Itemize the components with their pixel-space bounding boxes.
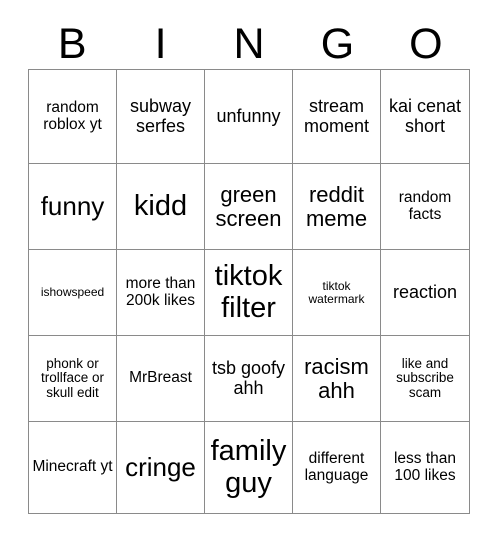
bingo-cell[interactable]: like and subscribe scam — [381, 336, 469, 422]
bingo-cell-label: different language — [304, 449, 369, 484]
bingo-cell[interactable]: Minecraft yt — [29, 422, 117, 513]
bingo-cell-label: MrBreast — [129, 369, 192, 387]
bingo-cell-label: reaction — [392, 281, 458, 302]
bingo-cell-label: stream moment — [303, 96, 370, 136]
bingo-cell-label: Minecraft yt — [32, 458, 113, 476]
bingo-cell-label: reddit meme — [305, 181, 368, 231]
bingo-cell[interactable]: random facts — [381, 164, 469, 250]
bingo-cell[interactable]: racism ahh — [293, 336, 381, 422]
bingo-cell[interactable]: less than 100 likes — [381, 422, 469, 513]
bingo-grid: random roblox yt subway serfes unfunny s… — [28, 69, 470, 514]
bingo-cell-label: unfunny — [216, 105, 281, 126]
bingo-cell[interactable]: phonk or trollface or skull edit — [29, 336, 117, 422]
bingo-cell[interactable]: tsb goofy ahh — [205, 336, 293, 422]
bingo-cell-label: less than 100 likes — [393, 449, 457, 484]
bingo-header: B I N G O — [28, 20, 470, 69]
bingo-cell[interactable]: tiktok watermark — [293, 250, 381, 336]
bingo-cell-label: family guy — [210, 435, 287, 499]
bingo-header-letter-b: B — [57, 20, 87, 68]
bingo-cell-label: kai cenat short — [388, 96, 462, 136]
bingo-cell-label: kidd — [133, 189, 188, 222]
bingo-cell-label: more than 200k likes — [125, 274, 196, 309]
bingo-header-letter-o: O — [409, 20, 443, 68]
bingo-cell-label: racism ahh — [304, 353, 369, 403]
bingo-cell-label: random facts — [398, 188, 452, 223]
bingo-cell-label: subway serfes — [129, 96, 192, 136]
bingo-cell-label: phonk or trollface or skull edit — [40, 355, 105, 400]
bingo-cell[interactable]: kai cenat short — [381, 70, 469, 164]
bingo-cell[interactable]: stream moment — [293, 70, 381, 164]
bingo-cell[interactable]: cringe — [117, 422, 205, 513]
bingo-cell[interactable]: reaction — [381, 250, 469, 336]
bingo-cell-label: green screen — [215, 181, 282, 231]
bingo-cell-label: tiktok filter — [214, 260, 283, 324]
bingo-cell-label: tsb goofy ahh — [211, 358, 286, 398]
bingo-cell[interactable]: unfunny — [205, 70, 293, 164]
bingo-card: B I N G O random roblox yt subway serfes… — [0, 0, 500, 544]
bingo-cell[interactable]: MrBreast — [117, 336, 205, 422]
bingo-cell-label: cringe — [125, 452, 196, 483]
bingo-cell[interactable]: ishowspeed — [29, 250, 117, 336]
bingo-cell[interactable]: tiktok filter — [205, 250, 293, 336]
bingo-cell-label: random roblox yt — [43, 98, 102, 133]
bingo-cell[interactable]: subway serfes — [117, 70, 205, 164]
bingo-cell-label: ishowspeed — [40, 285, 105, 300]
bingo-cell[interactable]: family guy — [205, 422, 293, 513]
bingo-cell[interactable]: reddit meme — [293, 164, 381, 250]
bingo-cell-label: funny — [40, 191, 105, 222]
bingo-header-letter-n: N — [233, 20, 265, 68]
bingo-header-letter-g: G — [320, 20, 355, 68]
bingo-cell-label: tiktok watermark — [308, 278, 365, 306]
bingo-cell[interactable]: more than 200k likes — [117, 250, 205, 336]
bingo-cell[interactable]: green screen — [205, 164, 293, 250]
bingo-header-letter-i: I — [154, 20, 167, 68]
bingo-cell[interactable]: funny — [29, 164, 117, 250]
bingo-cell[interactable]: random roblox yt — [29, 70, 117, 164]
bingo-cell[interactable]: kidd — [117, 164, 205, 250]
bingo-cell-label: like and subscribe scam — [396, 355, 454, 400]
bingo-cell[interactable]: different language — [293, 422, 381, 513]
